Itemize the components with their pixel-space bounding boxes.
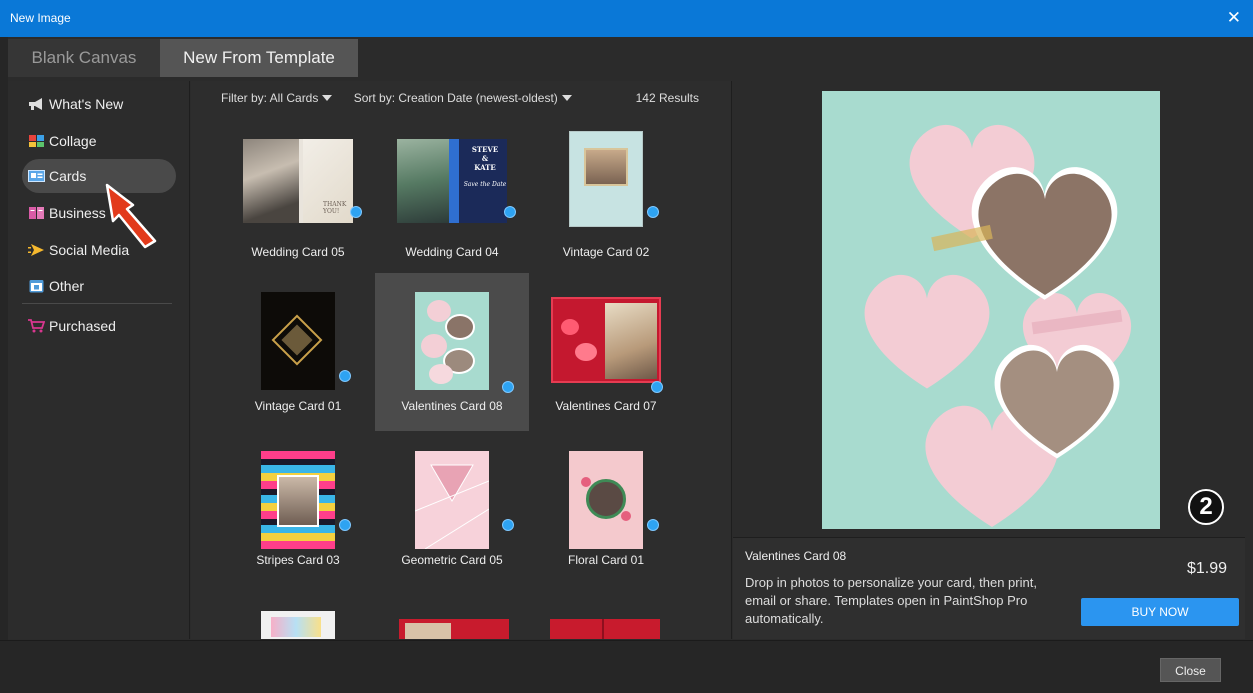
status-dot [502,519,514,531]
status-dot [651,381,663,393]
status-dot [339,519,351,531]
filter-label: Filter by: All Cards [221,91,319,105]
card-label: Valentines Card 07 [555,399,657,413]
results-count: 142 Results [635,91,699,105]
close-button[interactable]: Close [1160,658,1221,682]
card-thumbnail [415,451,489,549]
tab-blank-canvas[interactable]: Blank Canvas [8,39,160,77]
preview-panel: 2 Valentines Card 08 $1.99 Drop in photo… [733,81,1245,639]
card-label: Geometric Card 05 [401,553,503,567]
buy-now-button[interactable]: BUY NOW [1081,598,1239,626]
sidebar-item-label: Other [49,278,85,294]
template-card-vintage-01[interactable]: Vintage Card 01 [221,273,375,431]
card-text: THANK YOU! [323,201,347,215]
collage-icon [29,135,44,147]
tab-bar: Blank Canvas New From Template [8,37,1253,77]
social-icon [28,244,44,256]
chevron-down-icon [561,95,572,101]
chevron-down-icon [322,95,333,101]
sidebar-item-label: Cards [49,168,87,184]
card-thumbnail [569,451,643,549]
filter-bar: Filter by: All Cards Sort by: Creation D… [221,91,590,105]
card-label: Wedding Card 04 [405,245,499,259]
cart-icon [28,319,45,333]
dialog-footer: Close [0,640,1253,693]
window-title: New Image [10,11,71,25]
filter-dropdown[interactable]: Filter by: All Cards [221,91,333,105]
card-thumbnail [415,292,489,390]
card-thumbnail: STEVE & KATE Save the Date [397,139,507,223]
sort-dropdown[interactable]: Sort by: Creation Date (newest-oldest) [354,91,572,105]
preview-description: Drop in photos to personalize your card,… [745,575,1037,626]
template-card-geometric-05[interactable]: Geometric Card 05 [375,427,529,585]
template-grid-panel: Filter by: All Cards Sort by: Creation D… [191,81,732,639]
preview-info: Valentines Card 08 $1.99 Drop in photos … [733,537,1245,639]
card-label: Valentines Card 08 [401,399,503,413]
sidebar-item-label: Collage [49,133,97,149]
card-label: Wedding Card 05 [251,245,345,259]
template-card-partial[interactable] [261,611,335,639]
status-dot [647,519,659,531]
sidebar-item-collage[interactable]: Collage [22,124,176,158]
sort-label: Sort by: Creation Date (newest-oldest) [353,91,558,105]
card-thumbnail [569,131,643,227]
megaphone-icon [29,98,42,110]
template-card-wedding-04[interactable]: STEVE & KATE Save the Date Wedding Card 04 [375,119,529,277]
card-thumbnail [551,297,661,383]
card-text: STEVE & KATE Save the Date [463,145,507,188]
step-badge: 2 [1188,489,1224,525]
template-card-floral-01[interactable]: Floral Card 01 [529,427,683,585]
template-card-valentines-07[interactable]: Valentines Card 07 [529,273,683,431]
sidebar-item-label: What's New [49,96,124,112]
sidebar-item-label: Purchased [49,318,116,334]
category-sidebar: What's New Collage Cards Business Social… [8,81,190,639]
card-icon [28,170,45,182]
preview-price: $1.99 [1186,560,1227,577]
card-label: Stripes Card 03 [256,553,340,567]
sidebar-divider [22,303,172,304]
status-dot [350,206,362,218]
template-card-wedding-05[interactable]: THANK YOU! Wedding Card 05 [221,119,375,277]
annotation-arrow-icon [105,183,157,249]
status-dot [504,206,516,218]
preview-image [822,91,1160,529]
window-left-edge [0,37,8,693]
template-card-stripes-03[interactable]: Stripes Card 03 [221,427,375,585]
card-label: Floral Card 01 [567,553,645,567]
card-label: Vintage Card 01 [254,399,342,413]
tab-new-from-template[interactable]: New From Template [160,39,358,77]
status-dot [502,381,514,393]
status-dot [339,370,351,382]
preview-title: Valentines Card 08 [745,549,847,563]
template-card-valentines-08[interactable]: Valentines Card 08 [375,273,529,431]
calendar-icon [29,280,44,293]
sidebar-item-whats-new[interactable]: What's New [22,87,176,121]
template-card-partial[interactable] [550,619,660,639]
window-close-icon[interactable]: ✕ [1227,8,1241,28]
status-dot [647,206,659,218]
template-card-vintage-02[interactable]: Vintage Card 02 [529,119,683,277]
sidebar-item-purchased[interactable]: Purchased [22,309,176,343]
card-thumbnail: THANK YOU! [243,139,353,223]
template-card-partial[interactable] [399,619,509,639]
title-bar: New Image ✕ [0,0,1253,37]
card-thumbnail [261,451,335,549]
card-label: Vintage Card 02 [562,245,650,259]
sidebar-item-other[interactable]: Other [22,269,176,303]
book-icon [29,207,44,219]
card-thumbnail [261,292,335,390]
